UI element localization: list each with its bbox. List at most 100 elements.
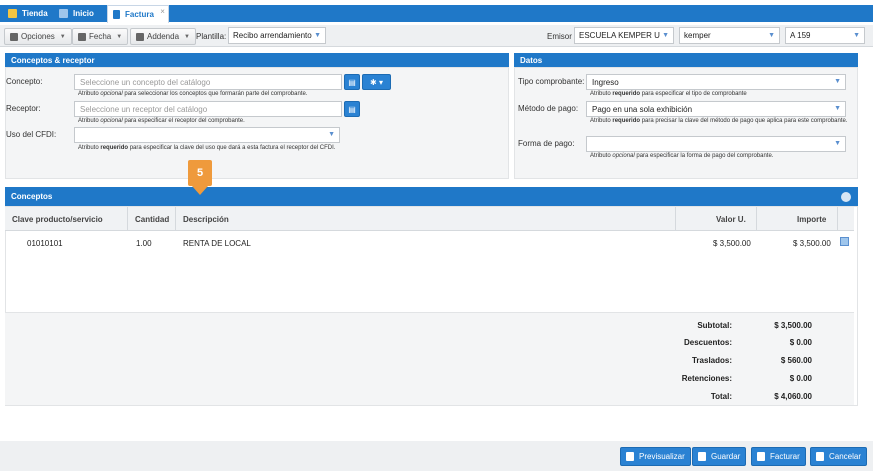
receptor-input[interactable]: Seleccione un receptor del catálogo [74,101,342,117]
metodo-pago-label: Método de pago: [518,104,579,113]
chevron-down-icon: ▼ [314,32,321,39]
app-root: Tienda Inicio Factura × Opciones ▼ Fecha… [0,0,873,471]
chevron-down-icon: ▼ [834,105,841,112]
document-icon: ▤ [348,104,356,114]
chevron-down-icon: ▼ [184,33,190,40]
document-icon [113,10,120,19]
plantilla-value: Recibo arrendamiento [233,31,312,40]
totals-area: Subtotal: $ 3,500.00 Descuentos: $ 0.00 … [5,312,854,405]
previsualizar-button[interactable]: Previsualizar [620,447,691,466]
column-divider [175,207,176,231]
forma-pago-select[interactable]: ▼ [586,136,846,152]
datos-panel: Tipo comprobante: Ingreso ▼ Atributo req… [514,67,858,179]
opciones-label: Opciones [21,32,55,41]
descuentos-label: Descuentos: [683,338,732,347]
document-icon [757,452,765,461]
conceptos-receptor-panel: Concepto: Seleccione un concepto del cat… [5,67,509,179]
emisor-select[interactable]: ESCUELA KEMPER U ▼ [574,27,674,44]
tipo-comprobante-label: Tipo comprobante: [518,77,585,86]
conceptos-header: Conceptos [5,187,858,206]
kemper-value: kemper [684,31,711,40]
tipo-comprobante-value: Ingreso [592,77,619,87]
concepto-catalog-button[interactable]: ▤ [344,74,360,90]
conceptos-table-header: Clave producto/servicio Cantidad Descrip… [5,207,854,231]
serie-value: A 159 [790,31,811,40]
subtotal-label: Subtotal: [697,321,732,330]
store-icon [8,9,17,18]
tab-label: Tienda [22,9,48,18]
plantilla-label: Plantilla: [196,32,227,41]
metodo-pago-select[interactable]: Pago en una sola exhibición ▼ [586,101,846,117]
collapse-icon[interactable] [841,192,851,202]
tab-bar: Tienda Inicio Factura × [0,5,873,23]
col-clave: Clave producto/servicio [12,215,103,224]
retenciones-label: Retenciones: [681,374,732,383]
tab-inicio[interactable]: Inicio [59,5,94,22]
chevron-down-icon: ▼ [59,33,66,40]
row-descripcion: RENTA DE LOCAL [183,239,251,248]
receptor-hint: Atributo opcional para especificar el re… [78,118,245,124]
traslados-label: Traslados: [691,356,732,365]
metodo-pago-value: Pago en una sola exhibición [592,104,693,114]
forma-pago-hint: Atributo opcional para especificar la fo… [590,153,774,159]
previsualizar-label: Previsualizar [639,452,685,461]
calendar-icon [78,32,86,41]
plantilla-select[interactable]: Recibo arrendamiento ▼ [228,27,326,44]
uso-cfdi-label: Uso del CFDI: [6,130,57,139]
opciones-button[interactable]: Opciones ▼ [4,28,72,45]
tipo-comprobante-select[interactable]: Ingreso ▼ [586,74,846,90]
chevron-down-icon: ▼ [328,131,335,138]
chevron-down-icon: ▼ [834,78,841,85]
concepto-label: Concepto: [6,77,43,86]
tipo-comprobante-hint: Atributo requerido para especificar el t… [590,91,747,97]
datos-header: Datos [514,53,858,67]
col-importe: Importe [797,215,827,224]
tab-factura[interactable]: Factura × [107,5,169,23]
fecha-button[interactable]: Fecha ▼ [72,28,129,45]
gear-icon [10,32,18,41]
forma-pago-label: Forma de pago: [518,139,575,148]
column-divider [127,207,128,231]
save-icon [698,452,706,461]
column-divider [756,207,757,231]
fecha-label: Fecha [89,32,112,41]
facturar-button[interactable]: Facturar [751,447,806,466]
conceptos-title: Conceptos [11,192,53,201]
total-label: Total: [710,392,732,401]
row-valor: $ 3,500.00 [713,239,751,248]
close-icon[interactable]: × [160,7,165,16]
uso-cfdi-hint: Atributo requerido para especificar la c… [78,145,336,151]
step-callout: 5 [188,160,212,195]
chevron-down-icon: ▼ [834,140,841,147]
receptor-catalog-button[interactable]: ▤ [344,101,360,117]
addenda-button[interactable]: Addenda ▼ [130,28,196,45]
tab-tienda[interactable]: Tienda [8,5,48,22]
column-divider [675,207,676,231]
concepto-input[interactable]: Seleccione un concepto del catálogo [74,74,342,90]
receptor-label: Receptor: [6,104,41,113]
row-clave: 01010101 [27,239,63,248]
serie-select[interactable]: A 159 ▼ [785,27,865,44]
concepto-options-button[interactable]: ✱ ▾ [362,74,391,90]
col-descripcion: Descripción [183,215,229,224]
column-divider [837,207,838,231]
addenda-label: Addenda [147,32,180,41]
guardar-label: Guardar [711,452,741,461]
emisor-value: ESCUELA KEMPER U [579,31,660,40]
cancelar-label: Cancelar [829,452,862,461]
cancelar-button[interactable]: Cancelar [810,447,868,466]
tab-label: Factura [125,10,154,19]
conceptos-receptor-header: Conceptos & receptor [5,53,509,67]
chevron-down-icon: ▼ [662,32,669,39]
guardar-button[interactable]: Guardar [692,447,747,466]
toolbar: Opciones ▼ Fecha ▼ Addenda ▼ Plantilla: … [0,25,873,47]
retenciones-value: $ 0.00 [789,374,812,383]
row-add-icon[interactable] [840,237,849,246]
home-icon [59,9,68,18]
kemper-select[interactable]: kemper ▼ [679,27,780,44]
cancel-icon [816,452,824,461]
traslados-value: $ 560.00 [780,356,812,365]
facturar-label: Facturar [770,452,800,461]
total-value: $ 4,060.00 [774,392,812,401]
uso-cfdi-select[interactable]: ▼ [74,127,340,143]
